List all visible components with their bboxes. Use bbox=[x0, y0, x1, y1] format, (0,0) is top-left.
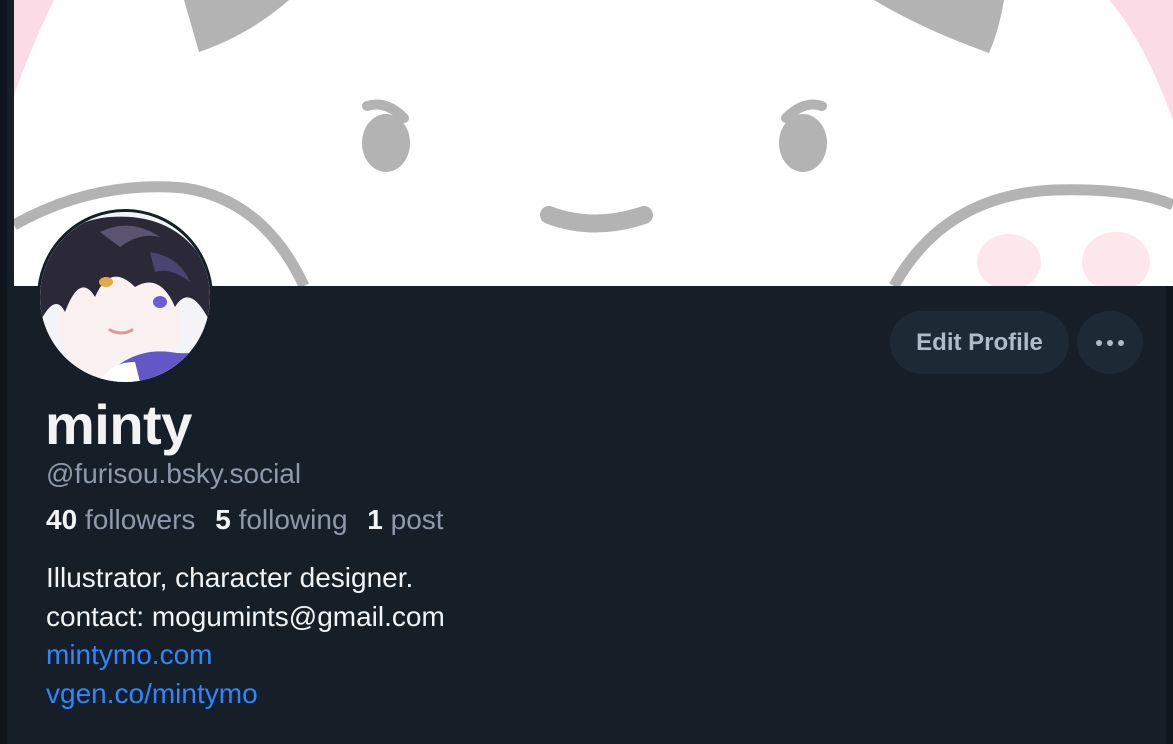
avatar[interactable] bbox=[37, 209, 213, 385]
followers-link[interactable]: 40 followers bbox=[46, 504, 195, 535]
posts-count: 1 bbox=[367, 504, 383, 535]
more-options-button[interactable] bbox=[1077, 311, 1143, 374]
display-name: minty bbox=[45, 393, 192, 456]
bio-line: Illustrator, character designer. bbox=[46, 562, 414, 593]
bio-link[interactable]: mintymo.com bbox=[46, 636, 445, 675]
bio-link[interactable]: vgen.co/mintymo bbox=[46, 675, 445, 714]
followers-label: followers bbox=[84, 504, 196, 535]
posts-stat: 1 post bbox=[367, 504, 443, 535]
following-label: following bbox=[238, 504, 348, 535]
following-link[interactable]: 5 following bbox=[215, 504, 347, 535]
bio-line: contact: mogumints@gmail.com bbox=[46, 600, 445, 632]
profile-handle: @furisou.bsky.social bbox=[46, 458, 302, 489]
profile-stats: 40 followers 5 following 1 post bbox=[46, 503, 456, 537]
avatar-image bbox=[40, 212, 210, 382]
edit-profile-button[interactable]: Edit Profile bbox=[890, 311, 1069, 374]
ellipsis-icon bbox=[1096, 339, 1124, 346]
profile-bio: Illustrator, character designer. contact… bbox=[46, 559, 445, 713]
following-count: 5 bbox=[215, 504, 231, 535]
profile-page: Edit Profile minty @furisou.bsky.social … bbox=[0, 0, 1173, 744]
followers-count: 40 bbox=[46, 504, 78, 535]
posts-label: post bbox=[390, 504, 444, 535]
